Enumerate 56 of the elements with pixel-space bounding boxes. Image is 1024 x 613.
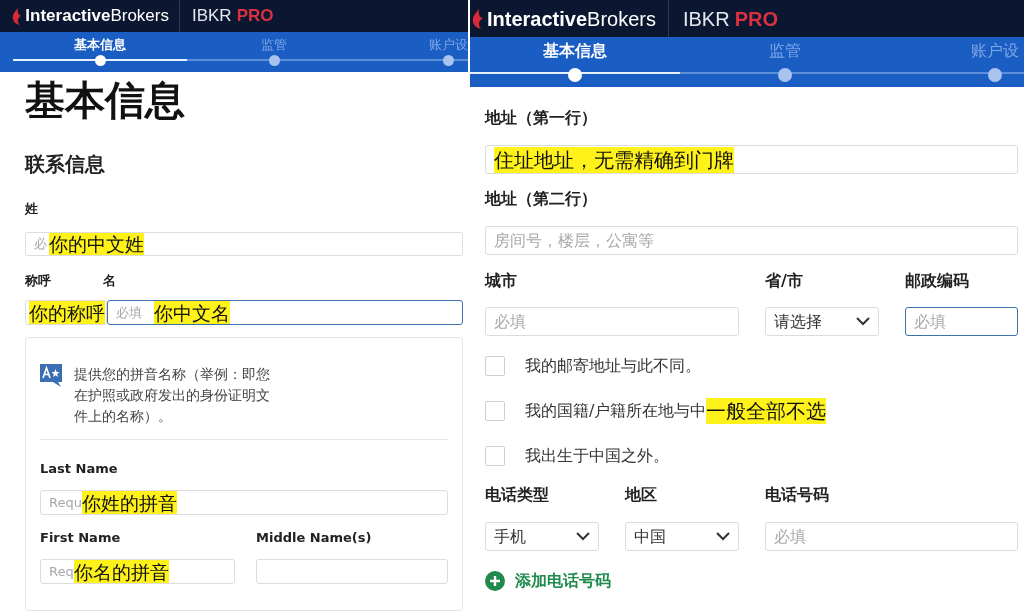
field-label: 城市: [485, 270, 518, 292]
add-phone-link[interactable]: 添加电话号码: [515, 570, 611, 592]
brand-name: Interactive: [487, 6, 588, 32]
product-tier-label: PRO: [236, 5, 274, 28]
checkbox[interactable]: [485, 356, 505, 376]
field-label: 名: [103, 272, 116, 290]
input-field[interactable]: 必填 你中文名: [107, 300, 463, 325]
highlight-note: 你姓的拼音: [81, 491, 177, 514]
field-label: 省/市: [765, 270, 804, 292]
highlight-note: 你的中文姓: [49, 233, 144, 255]
step-tab[interactable]: 基本信息: [543, 41, 607, 61]
checkbox[interactable]: [485, 446, 505, 466]
input-field[interactable]: [256, 559, 448, 584]
select-field[interactable]: 手机: [485, 522, 599, 551]
chevron-down-icon: [576, 532, 590, 541]
product-name: IBKR: [191, 5, 232, 28]
field-label: 地址（第一行）: [485, 107, 598, 129]
highlight-note: 你名的拼音: [73, 560, 169, 583]
input-field[interactable]: 住址地址，无需精确到门牌: [485, 145, 1018, 174]
select-field[interactable]: 中国: [625, 522, 739, 551]
field-label: Last Name: [40, 460, 119, 478]
highlight-note: 你中文名: [154, 301, 230, 324]
field-label: First Name: [40, 529, 122, 547]
checkbox[interactable]: [485, 401, 505, 421]
flame-logo-icon: [472, 8, 483, 29]
brand-name: Brokers: [587, 6, 656, 32]
highlight-note: 一般全部不选: [706, 398, 827, 424]
input-field[interactable]: Requ你姓的拼音: [40, 490, 448, 515]
field-label: 地区: [625, 484, 658, 506]
section-title: 联系信息: [25, 151, 106, 178]
plus-circle-icon: [485, 571, 505, 591]
brand-name: Brokers: [110, 5, 169, 28]
field-label: 电话号码: [765, 484, 830, 506]
field-label: 邮政编码: [905, 270, 970, 292]
chevron-down-icon: [716, 532, 730, 541]
chevron-down-icon: [856, 317, 870, 326]
brand-name: Interactive: [25, 5, 111, 28]
step-tab[interactable]: 基本信息: [74, 37, 126, 53]
flame-logo-icon: [12, 7, 22, 25]
field-label: 电话类型: [485, 484, 550, 506]
checkbox-label: 我的国籍/户籍所在地与中: [525, 400, 707, 422]
input-field[interactable]: 必你的中文姓: [25, 232, 463, 256]
field-label: 地址（第二行）: [485, 188, 598, 210]
checkbox-label: 我出生于中国之外。: [525, 445, 669, 467]
field-label: 姓: [25, 200, 39, 218]
select-field[interactable]: 请选择: [765, 307, 879, 336]
page-title: 基本信息: [25, 76, 186, 124]
checkbox-label: 我的邮寄地址与此不同。: [525, 355, 701, 377]
translate-icon: [40, 364, 62, 388]
product-tier-label: PRO: [734, 6, 778, 32]
highlight-note: 住址地址，无需精确到门牌: [494, 146, 734, 173]
input-field[interactable]: Req你名的拼音: [40, 559, 235, 584]
product-name: IBKR: [682, 6, 730, 32]
field-label: Middle Name(s): [256, 529, 373, 547]
hint-text: 提供您的拼音名称（举例：即您在护照或政府发出的身份证明文件上的名称）。: [74, 365, 271, 426]
field-label: 称呼: [25, 272, 52, 290]
